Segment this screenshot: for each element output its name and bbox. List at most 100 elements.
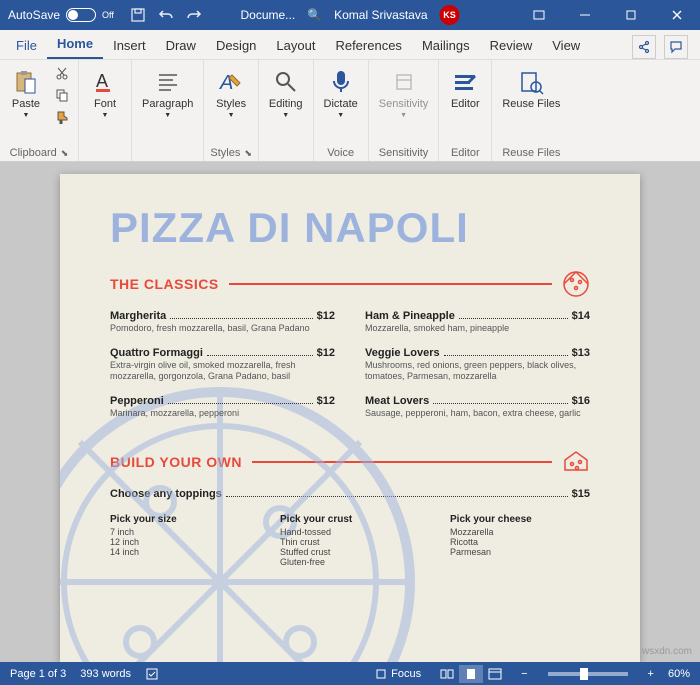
autosave-toggle[interactable]: AutoSave Off [0,8,122,22]
restaurant-title: PIZZA DI NAPOLI [110,204,590,252]
reuse-files-button[interactable]: Reuse Files [498,64,564,114]
chevron-down-icon: ▼ [400,112,407,119]
tab-layout[interactable]: Layout [266,32,325,59]
autosave-label: AutoSave [8,8,60,22]
cheese-icon [562,448,590,476]
clipboard-launcher[interactable]: ⬊ [61,148,69,159]
group-paragraph: Paragraph▼ [132,60,204,161]
format-painter-button[interactable] [52,108,72,126]
paste-button[interactable]: Paste ▼ [6,64,46,123]
byo-columns: Pick your size7 inch12 inch14 inch Pick y… [110,514,590,567]
focus-mode[interactable]: Focus [375,668,421,680]
zoom-in-button[interactable]: + [648,668,654,680]
redo-icon[interactable] [186,7,202,23]
editing-icon [272,68,300,96]
word-count[interactable]: 393 words [80,668,131,680]
group-font: A Font▼ [79,60,132,161]
zoom-out-button[interactable]: − [521,668,527,680]
sensitivity-button[interactable]: Sensitivity▼ [375,64,433,123]
paragraph-icon [154,68,182,96]
maximize-button[interactable] [608,0,654,30]
chevron-down-icon: ▼ [337,112,344,119]
styles-button[interactable]: A Styles▼ [211,64,251,123]
toggle-icon [66,8,96,22]
paste-icon [12,68,40,96]
user-avatar[interactable]: KS [440,5,460,25]
group-styles: A Styles▼ Styles⬊ [204,60,259,161]
document-page[interactable]: PIZZA DI NAPOLI THE CLASSICS Margherita … [60,174,640,662]
editor-button[interactable]: Editor [445,64,485,114]
group-voice: Dictate▼ Voice [314,60,369,161]
font-button[interactable]: A Font▼ [85,64,125,123]
quick-access-toolbar [122,7,210,23]
undo-icon[interactable] [158,7,174,23]
zoom-level[interactable]: 60% [668,668,690,680]
menu-classics: Margherita $12Pomodoro, fresh mozzarella… [110,310,590,432]
copy-button[interactable] [52,86,72,104]
tab-review[interactable]: Review [480,32,543,59]
tab-references[interactable]: References [325,32,411,59]
user-name: Komal Srivastava [334,8,427,22]
menu-item: Margherita $12Pomodoro, fresh mozzarella… [110,310,335,335]
share-button[interactable] [632,35,656,59]
menu-item: Pepperoni $12Marinara, mozzarella, peppe… [110,395,335,420]
menu-item: Meat Lovers $16Sausage, pepperoni, ham, … [365,395,590,420]
print-layout-button[interactable] [459,665,483,683]
sensitivity-icon [390,68,418,96]
tab-draw[interactable]: Draw [156,32,206,59]
byo-column: Pick your size7 inch12 inch14 inch [110,514,250,567]
tab-mailings[interactable]: Mailings [412,32,480,59]
font-icon: A [91,68,119,96]
tab-view[interactable]: View [542,32,590,59]
styles-launcher[interactable]: ⬊ [244,148,252,159]
autosave-state: Off [102,10,114,20]
pizza-slice-icon [562,270,590,298]
group-sensitivity: Sensitivity▼ Sensitivity [369,60,440,161]
ribbon-tabs: File Home Insert Draw Design Layout Refe… [0,30,700,60]
tab-design[interactable]: Design [206,32,266,59]
read-mode-button[interactable] [435,665,459,683]
tab-home[interactable]: Home [47,30,103,59]
group-editor: Editor Editor [439,60,492,161]
chevron-down-icon: ▼ [228,112,235,119]
page-indicator[interactable]: Page 1 of 3 [10,668,66,680]
section-classics: THE CLASSICS [110,270,590,298]
zoom-slider[interactable] [548,672,628,676]
document-title-area: Docume... 🔍 Komal Srivastava KS [240,5,459,25]
chevron-down-icon: ▼ [164,112,171,119]
microphone-icon [327,68,355,96]
paragraph-button[interactable]: Paragraph▼ [138,64,197,123]
cut-button[interactable] [52,64,72,82]
status-bar: Page 1 of 3 393 words Focus − + 60% [0,662,700,685]
editor-icon [451,68,479,96]
comments-button[interactable] [664,35,688,59]
ribbon-display-button[interactable] [516,0,562,30]
menu-item: Quattro Formaggi $12Extra-virgin olive o… [110,347,335,383]
reuse-files-icon [517,68,545,96]
title-bar: AutoSave Off Docume... 🔍 Komal Srivastav… [0,0,700,30]
svg-text:A: A [96,71,108,91]
byo-column: Pick your crustHand-tossedThin crustStuf… [280,514,420,567]
chevron-down-icon: ▼ [102,112,109,119]
tab-file[interactable]: File [6,32,47,59]
window-controls [516,0,700,30]
save-icon[interactable] [130,7,146,23]
document-canvas[interactable]: PIZZA DI NAPOLI THE CLASSICS Margherita … [0,162,700,662]
styles-icon: A [217,68,245,96]
close-button[interactable] [654,0,700,30]
watermark: wsxdn.com [642,646,692,657]
web-layout-button[interactable] [483,665,507,683]
doc-name[interactable]: Docume... [240,8,295,22]
editing-button[interactable]: Editing▼ [265,64,307,123]
spell-check-icon[interactable] [145,667,159,681]
tab-insert[interactable]: Insert [103,32,156,59]
byo-column: Pick your cheeseMozzarellaRicottaParmesa… [450,514,590,567]
chevron-down-icon: ▼ [282,112,289,119]
dictate-button[interactable]: Dictate▼ [320,64,362,123]
minimize-button[interactable] [562,0,608,30]
group-editing: Editing▼ [259,60,314,161]
chevron-down-icon: ▼ [23,112,30,119]
menu-item: Veggie Lovers $13Mushrooms, red onions, … [365,347,590,383]
group-reuse-files: Reuse Files Reuse Files [492,60,570,161]
search-icon[interactable]: 🔍 [307,8,322,22]
